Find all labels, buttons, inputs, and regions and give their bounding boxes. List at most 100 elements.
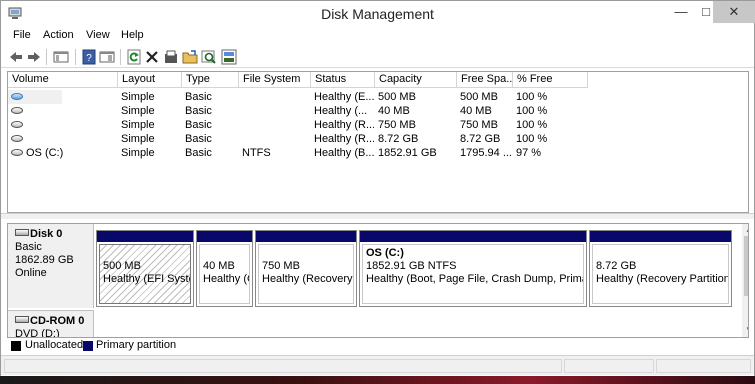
volume-percent-free: 97 % [516,147,542,159]
scroll-up-icon[interactable]: ▲ [742,224,748,236]
volume-type: Basic [185,119,212,131]
disk-type: Basic [15,241,42,253]
table-row[interactable]: Simple Basic Healthy (E... 500 MB 500 MB… [8,90,748,104]
volume-layout: Simple [121,147,155,159]
console-tree-icon[interactable] [53,49,69,65]
delete-icon[interactable] [144,49,160,65]
table-row[interactable]: OS (C:) Simple Basic NTFS Healthy (B... … [8,146,748,160]
window-title: Disk Management [321,6,434,22]
partition-body: 500 MB Healthy (EFI System [99,244,191,304]
volume-drive-icon [11,93,23,100]
legend-primary-partition: Primary partition [96,339,177,351]
column-header-file-system[interactable]: File System [239,72,311,88]
volume-percent-free: 100 % [516,119,548,131]
partition-recovery-750mb[interactable]: 750 MB Healthy (Recovery Pa [255,230,357,307]
partition-40mb[interactable]: 40 MB Healthy (C [196,230,253,307]
volume-drive-icon [11,107,23,114]
explore-icon[interactable] [182,49,198,65]
partition-type-bar [197,231,252,242]
toolbar-separator [46,49,47,65]
partition-recovery-8gb[interactable]: 8.72 GB Healthy (Recovery Partition) [589,230,732,307]
find-icon[interactable] [201,49,217,65]
partition-body: 40 MB Healthy (C [199,244,250,304]
partition-efi[interactable]: 500 MB Healthy (EFI System [96,230,194,307]
desktop-taskbar-edge [0,376,755,384]
cdrom-type: DVD (D:) [15,328,60,338]
volume-free-space: 1795.94 ... [460,147,512,159]
volume-name [26,104,116,118]
menu-help[interactable]: Help [121,29,144,41]
properties-icon[interactable] [99,49,115,65]
volume-free-space: 500 MB [460,91,498,103]
vertical-scrollbar[interactable]: ▲ ▼ [742,224,748,337]
partition-size: 8.72 GB [596,260,637,272]
column-header-layout[interactable]: Layout [118,72,182,88]
partition-size: 750 MB [262,260,300,272]
cdrom-0-label[interactable]: CD-ROM 0 DVD (D:) [8,310,94,338]
partition-size: 1852.91 GB NTFS [366,260,457,272]
volume-capacity: 8.72 GB [378,133,419,145]
column-header-status[interactable]: Status [311,72,375,88]
disk-name: Disk 0 [30,228,63,240]
volume-layout: Simple [121,133,155,145]
partition-type-bar [360,231,586,242]
rescan-icon[interactable] [221,49,237,65]
menu-action[interactable]: Action [43,29,74,41]
volume-status: Healthy (R... [314,133,374,145]
title-bar: Disk Management — □ ✕ [1,1,755,28]
table-row[interactable]: Simple Basic Healthy (R... 750 MB 750 MB… [8,118,748,132]
volume-status: Healthy (B... [314,147,374,159]
disk-0-label[interactable]: Disk 0 Basic 1862.89 GB Online [8,224,94,308]
volume-list: Volume Layout Type File System Status Ca… [7,71,749,213]
partition-type-bar [97,231,193,242]
volume-type: Basic [185,105,212,117]
partition-size: 40 MB [203,260,235,272]
close-button[interactable]: ✕ [713,1,755,23]
partition-status: Healthy (Recovery Pa [262,273,353,285]
table-row[interactable]: Simple Basic Healthy (R... 8.72 GB 8.72 … [8,132,748,146]
refresh-icon[interactable] [126,49,142,65]
status-bar-segment [564,359,654,373]
partition-body: 8.72 GB Healthy (Recovery Partition) [592,244,729,304]
pane-splitter[interactable] [1,213,754,219]
column-header-capacity[interactable]: Capacity [375,72,457,88]
volume-type: Basic [185,133,212,145]
forward-icon[interactable] [26,49,42,65]
volume-layout: Simple [121,105,155,117]
menu-view[interactable]: View [86,29,110,41]
partition-os-c[interactable]: OS (C:) 1852.91 GB NTFS Healthy (Boot, P… [359,230,587,307]
volume-capacity: 40 MB [378,105,410,117]
volume-layout: Simple [121,91,155,103]
volume-capacity: 1852.91 GB [378,147,437,159]
column-header-free-space[interactable]: Free Spa... [457,72,513,88]
column-header-percent-free[interactable]: % Free [513,72,588,88]
scroll-down-icon[interactable]: ▼ [742,324,748,336]
volume-percent-free: 100 % [516,105,548,117]
menu-file[interactable]: File [13,29,31,41]
volume-drive-icon [11,135,23,142]
volume-capacity: 750 MB [378,119,416,131]
toolbar-separator [75,49,76,65]
column-header-type[interactable]: Type [182,72,239,88]
volume-drive-icon [11,149,23,156]
partition-title: OS (C:) [366,247,404,259]
volume-type: Basic [185,91,212,103]
status-bar-segment [656,359,751,373]
disk-state: Online [15,267,47,279]
partition-body: OS (C:) 1852.91 GB NTFS Healthy (Boot, P… [362,244,584,304]
table-row[interactable]: Simple Basic Healthy (... 40 MB 40 MB 10… [8,104,748,118]
partition-type-bar [590,231,731,242]
help-icon[interactable]: ? [81,49,97,65]
back-icon[interactable] [8,49,24,65]
open-icon[interactable] [163,49,179,65]
hard-disk-icon [15,229,29,236]
legend-unallocated: Unallocated [25,339,84,351]
cdrom-name: CD-ROM 0 [30,315,85,327]
partition-status: Healthy (EFI System [103,273,190,285]
volume-status: Healthy (E... [314,91,374,103]
column-header-volume[interactable]: Volume [8,72,118,88]
partition-size: 500 MB [103,260,141,272]
scrollbar-thumb[interactable] [744,236,748,296]
volume-drive-icon [11,121,23,128]
partition-body: 750 MB Healthy (Recovery Pa [258,244,354,304]
